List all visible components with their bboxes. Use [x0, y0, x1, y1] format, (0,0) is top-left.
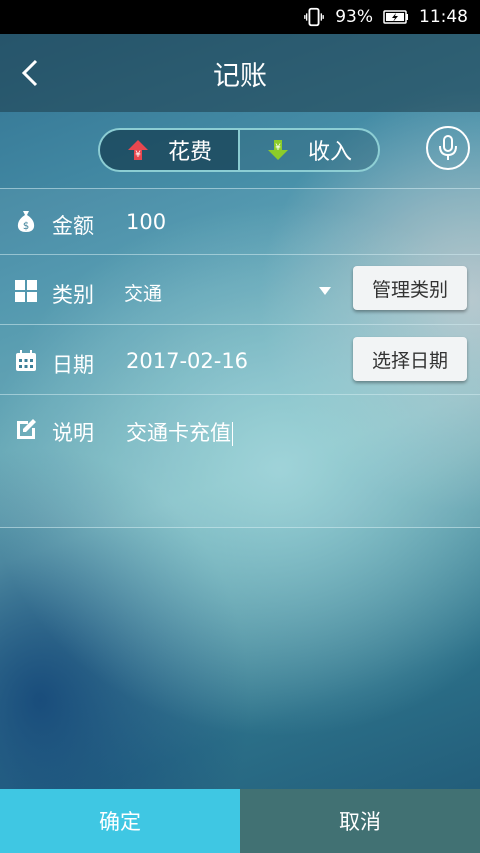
category-row: 类别 交通 管理类别 [0, 254, 480, 324]
voice-input-button[interactable] [426, 126, 470, 170]
category-select[interactable]: 交通 [124, 279, 162, 306]
svg-text:$: $ [23, 221, 29, 232]
note-label: 说明 [52, 421, 94, 445]
note-row[interactable]: 说明 交通卡充值 [0, 394, 480, 528]
microphone-icon [439, 135, 457, 160]
note-text: 交通卡充值 [126, 421, 231, 445]
date-label: 日期 [52, 353, 94, 377]
income-arrow-icon: ¥ [267, 140, 288, 160]
type-toggle: ¥ 花费 ¥ 收入 [98, 128, 380, 172]
confirm-button[interactable]: 确定 [0, 789, 240, 853]
clock: 11:48 [419, 7, 468, 27]
status-bar: 93% 11:48 [0, 0, 480, 34]
edit-icon [17, 419, 36, 439]
grid-icon [15, 280, 37, 302]
amount-row[interactable]: $ 金额 100 [0, 188, 480, 254]
tab-income-label: 收入 [307, 140, 352, 165]
svg-text:¥: ¥ [135, 150, 141, 160]
manage-category-button[interactable]: 管理类别 [353, 266, 467, 310]
page-title: 记账 [213, 60, 267, 92]
money-bag-icon: $ [17, 211, 35, 232]
expense-arrow-icon: ¥ [127, 140, 148, 160]
date-row: 日期 2017-02-16 选择日期 [0, 324, 480, 394]
vibrate-icon [304, 7, 325, 27]
app-header: 记账 [0, 34, 480, 112]
dropdown-arrow-icon[interactable] [318, 286, 332, 296]
category-label: 类别 [52, 283, 94, 307]
battery-percent: 93% [335, 7, 373, 27]
tab-expense[interactable]: ¥ 花费 [100, 130, 240, 170]
note-input[interactable]: 交通卡充值 [126, 417, 233, 447]
calendar-icon [16, 350, 36, 371]
text-cursor [232, 422, 233, 446]
amount-input[interactable]: 100 [126, 210, 166, 234]
amount-label: 金额 [52, 214, 94, 238]
back-arrow-icon[interactable] [16, 58, 44, 88]
cancel-button[interactable]: 取消 [240, 789, 480, 853]
tab-income[interactable]: ¥ 收入 [240, 130, 378, 170]
pick-date-button[interactable]: 选择日期 [353, 337, 467, 381]
svg-text:¥: ¥ [275, 143, 281, 153]
battery-charging-icon [383, 10, 408, 24]
tab-expense-label: 花费 [167, 140, 212, 165]
date-value: 2017-02-16 [126, 349, 249, 373]
